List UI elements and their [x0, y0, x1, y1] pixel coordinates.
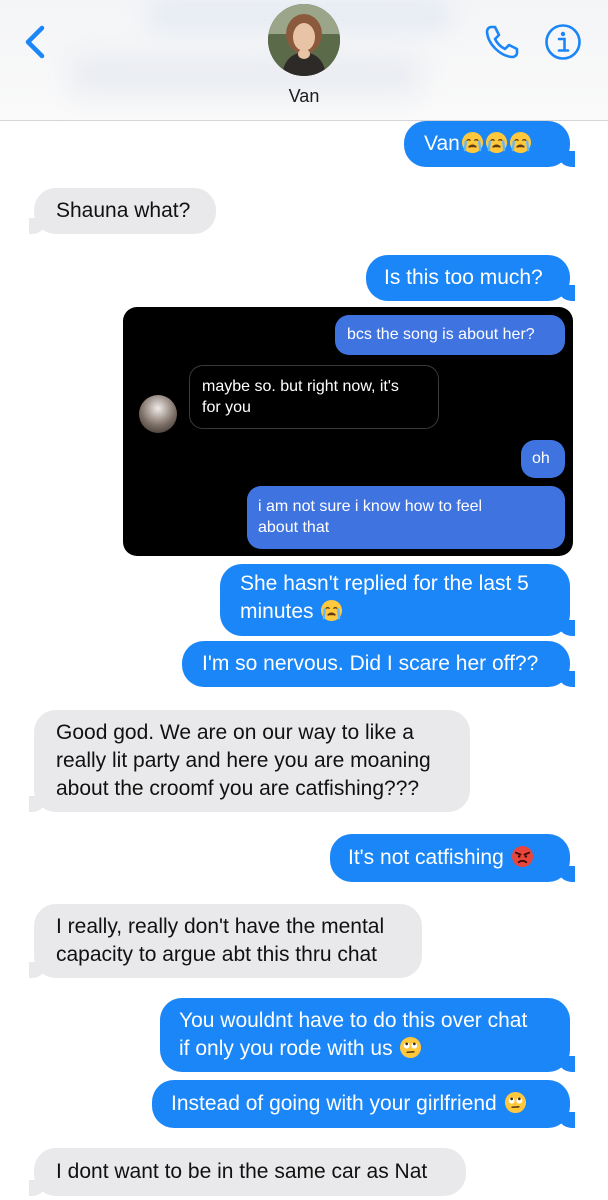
- screenshot-image[interactable]: bcs the song is about her? maybe so. but…: [123, 307, 573, 556]
- chat-header: Van: [0, 0, 608, 121]
- message-bubble-received[interactable]: I really, really don't have the mental c…: [29, 904, 422, 978]
- message-bubble-sent[interactable]: You wouldnt have to do this over chat if…: [160, 998, 575, 1072]
- message-text: if only you rode with us: [179, 1037, 393, 1060]
- message-text: capacity to argue abt this thru chat: [56, 943, 378, 966]
- screenshot-text: bcs the song is about her?: [347, 326, 535, 343]
- screenshot-bubble: bcs the song is about her?: [335, 315, 565, 355]
- screenshot-text: for you: [202, 399, 251, 416]
- back-button[interactable]: [14, 20, 58, 64]
- avatar-image: [268, 4, 340, 76]
- message-text: Shauna what?: [56, 199, 191, 222]
- angry-face-icon: [511, 845, 533, 868]
- message-text: minutes: [240, 600, 314, 623]
- chevron-left-icon: [25, 25, 45, 59]
- message-text: Good god. We are on our way to like a: [56, 721, 414, 744]
- message-bubble-sent[interactable]: Van: [404, 121, 575, 167]
- message-bubble-sent[interactable]: Is this too much?: [366, 255, 575, 301]
- screenshot-bubble: maybe so. but right now, it's for you: [189, 365, 439, 429]
- message-text: Instead of going with your girlfriend: [171, 1092, 497, 1115]
- screenshot-avatar: [139, 395, 177, 433]
- message-text: about the croomf you are catfishing???: [56, 777, 420, 800]
- message-bubble-received[interactable]: Shauna what?: [29, 188, 216, 234]
- message-text: You wouldnt have to do this over chat: [179, 1009, 528, 1032]
- screenshot-text: i am not sure i know how to feel: [258, 498, 483, 515]
- message-bubble-sent[interactable]: Instead of going with your girlfriend: [152, 1080, 575, 1128]
- message-bubble-sent[interactable]: She hasn't replied for the last 5 minute…: [220, 564, 575, 636]
- screenshot-text: about that: [258, 519, 330, 536]
- screenshot-text: maybe so. but right now, it's: [202, 378, 399, 395]
- message-text: I'm so nervous. Did I scare her off??: [202, 652, 539, 675]
- message-text: really lit party and here you are moanin…: [56, 749, 431, 772]
- screenshot-bubble: i am not sure i know how to feel about t…: [247, 486, 565, 549]
- contact-avatar[interactable]: [268, 4, 340, 76]
- message-text: It's not catfishing: [348, 846, 504, 869]
- message-bubble-sent[interactable]: It's not catfishing: [330, 834, 575, 882]
- message-text: Van: [424, 132, 460, 155]
- crying-face-icon: [461, 131, 483, 154]
- eye-roll-face-icon: [400, 1036, 422, 1059]
- message-text: Is this too much?: [384, 266, 543, 289]
- call-button[interactable]: [482, 22, 522, 62]
- contact-name[interactable]: Van: [0, 86, 608, 107]
- crying-face-icon: [509, 131, 531, 154]
- message-text: She hasn't replied for the last 5: [240, 572, 529, 595]
- message-bubble-received[interactable]: Good god. We are on our way to like a re…: [29, 710, 470, 812]
- phone-icon: [485, 25, 519, 59]
- info-icon: [545, 24, 581, 60]
- message-text: I really, really don't have the mental: [56, 915, 385, 938]
- eye-roll-face-icon: [504, 1091, 526, 1114]
- message-bubble-received[interactable]: I dont want to be in the same car as Nat: [29, 1148, 466, 1196]
- info-button[interactable]: [544, 23, 582, 61]
- crying-face-icon: [321, 599, 343, 622]
- screenshot-text: oh: [532, 450, 550, 467]
- message-bubble-sent[interactable]: I'm so nervous. Did I scare her off??: [182, 641, 575, 687]
- screenshot-bubble: oh: [521, 440, 565, 478]
- message-text: I dont want to be in the same car as Nat: [56, 1160, 428, 1183]
- crying-face-icon: [485, 131, 507, 154]
